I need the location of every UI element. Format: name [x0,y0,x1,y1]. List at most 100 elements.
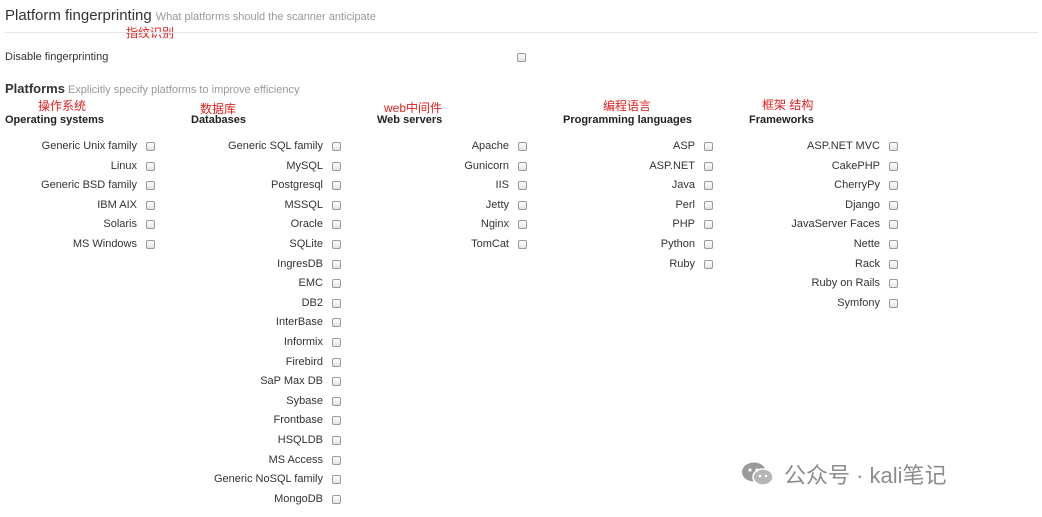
option-checkbox[interactable] [704,161,713,171]
database-option[interactable]: MySQL [200,160,341,180]
option-checkbox[interactable] [889,142,898,151]
language-option[interactable]: Ruby [590,258,713,278]
web-server-option[interactable]: TomCat [400,238,527,258]
os-option[interactable]: Generic BSD family [20,179,155,199]
option-checkbox[interactable] [704,239,713,249]
framework-option[interactable]: CakePHP [770,160,898,180]
database-option[interactable]: Generic SQL family [200,140,341,160]
language-option[interactable]: PHP [590,218,713,238]
database-option[interactable]: EMC [200,277,341,297]
option-checkbox[interactable] [332,377,341,387]
option-checkbox[interactable] [332,161,341,171]
option-checkbox[interactable] [889,298,898,308]
option-checkbox[interactable] [889,181,898,191]
framework-option[interactable]: Ruby on Rails [770,277,898,297]
option-checkbox[interactable] [704,200,713,210]
option-checkbox[interactable] [704,181,713,191]
database-option[interactable]: Generic NoSQL family [200,473,341,493]
option-checkbox[interactable] [889,161,898,171]
option-checkbox[interactable] [332,337,341,347]
os-option[interactable]: IBM AIX [20,199,155,219]
option-checkbox[interactable] [518,181,527,191]
database-option[interactable]: Postgresql [200,179,341,199]
option-checkbox[interactable] [332,181,341,191]
language-option[interactable]: Java [590,179,713,199]
option-checkbox[interactable] [889,220,898,230]
os-option[interactable]: Generic Unix family [20,140,155,160]
web-server-option[interactable]: Jetty [400,199,527,219]
web-server-option[interactable]: Apache [400,140,527,160]
option-checkbox[interactable] [146,181,155,191]
option-checkbox[interactable] [332,435,341,445]
disable-fingerprinting-checkbox[interactable] [517,53,526,62]
option-checkbox[interactable] [146,239,155,249]
web-server-option[interactable]: Nginx [400,218,527,238]
database-option[interactable]: HSQLDB [200,434,341,454]
database-option[interactable]: Frontbase [200,414,341,434]
database-option[interactable]: InterBase [200,316,341,336]
option-checkbox[interactable] [332,298,341,308]
language-option[interactable]: Perl [590,199,713,219]
web-server-option[interactable]: Gunicorn [400,160,527,180]
framework-option[interactable]: Django [770,199,898,219]
option-checkbox[interactable] [332,200,341,210]
database-option[interactable]: Sybase [200,395,341,415]
option-checkbox[interactable] [518,200,527,210]
disable-fingerprinting-label: Disable fingerprinting [5,51,109,63]
language-option[interactable]: ASP.NET [590,160,713,180]
option-checkbox[interactable] [704,259,713,269]
database-option[interactable]: IngresDB [200,258,341,278]
web-server-option[interactable]: IIS [400,179,527,199]
framework-option[interactable]: Nette [770,238,898,258]
database-option[interactable]: Informix [200,336,341,356]
option-checkbox[interactable] [889,259,898,269]
option-checkbox[interactable] [332,455,341,465]
option-checkbox[interactable] [704,220,713,230]
database-option[interactable]: Oracle [200,218,341,238]
database-option[interactable]: SQLite [200,238,341,258]
language-option[interactable]: Python [590,238,713,258]
framework-option[interactable]: Symfony [770,297,898,317]
os-option[interactable]: MS Windows [20,238,155,258]
heading-operating-systems: Operating systems [5,114,105,126]
option-checkbox[interactable] [332,239,341,249]
database-option[interactable]: SaP Max DB [200,375,341,395]
option-checkbox[interactable] [332,475,341,485]
option-checkbox[interactable] [146,200,155,210]
option-checkbox[interactable] [889,200,898,210]
option-checkbox[interactable] [332,416,341,426]
language-option[interactable]: ASP [590,140,713,160]
option-checkbox[interactable] [332,494,341,504]
framework-option[interactable]: Rack [770,258,898,278]
option-checkbox[interactable] [332,279,341,289]
option-checkbox[interactable] [332,259,341,269]
os-list: Generic Unix family Linux Generic BSD fa… [20,140,155,258]
option-checkbox[interactable] [146,142,155,151]
framework-option[interactable]: ASP.NET MVC [770,140,898,160]
database-option[interactable]: Firebird [200,356,341,376]
option-checkbox[interactable] [889,239,898,249]
option-label: Solaris [103,218,137,231]
framework-option[interactable]: CherryPy [770,179,898,199]
option-checkbox[interactable] [332,357,341,367]
option-checkbox[interactable] [518,161,527,171]
os-option[interactable]: Linux [20,160,155,180]
heading-programming-languages: Programming languages [563,114,692,126]
option-checkbox[interactable] [704,142,713,151]
option-checkbox[interactable] [146,220,155,230]
database-option[interactable]: MongoDB [200,493,341,513]
option-checkbox[interactable] [332,396,341,406]
option-checkbox[interactable] [518,142,527,151]
option-checkbox[interactable] [518,239,527,249]
database-option[interactable]: MS Access [200,454,341,474]
option-checkbox[interactable] [332,318,341,328]
database-option[interactable]: DB2 [200,297,341,317]
framework-option[interactable]: JavaServer Faces [770,218,898,238]
database-option[interactable]: MSSQL [200,199,341,219]
os-option[interactable]: Solaris [20,218,155,238]
option-checkbox[interactable] [332,142,341,151]
option-checkbox[interactable] [332,220,341,230]
option-checkbox[interactable] [889,279,898,289]
option-checkbox[interactable] [518,220,527,230]
option-checkbox[interactable] [146,161,155,171]
